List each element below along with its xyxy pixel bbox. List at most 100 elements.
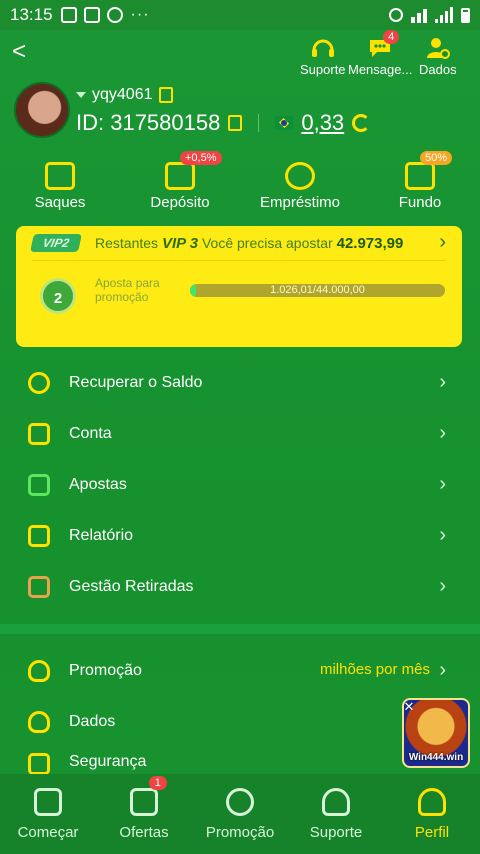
section-divider xyxy=(0,624,480,634)
messages-button[interactable]: 4 Mensage... xyxy=(348,30,412,77)
battery-icon xyxy=(461,7,470,23)
copy-id-icon[interactable] xyxy=(228,115,243,131)
close-icon[interactable]: ✕ xyxy=(402,700,416,714)
report-icon xyxy=(28,524,50,547)
person-icon xyxy=(418,788,446,816)
tab-label: Perfil xyxy=(414,824,450,841)
tab-profile[interactable]: Perfil xyxy=(384,774,480,854)
tab-label: Ofertas xyxy=(119,824,169,841)
back-button[interactable]: < xyxy=(12,38,32,65)
withdraw-management-icon xyxy=(28,575,50,598)
gift-icon xyxy=(130,788,158,816)
coins-icon xyxy=(28,371,50,394)
vip-bet-label-line2: promoção xyxy=(95,290,149,304)
loan-icon xyxy=(285,162,315,190)
menu-item-label: Segurança xyxy=(69,753,147,770)
menu-item-promotion[interactable]: Promoção milhões por mês › xyxy=(0,645,480,696)
fund-icon xyxy=(405,162,435,190)
data-label: Dados xyxy=(419,62,457,77)
menu-item-label: Promoção xyxy=(69,661,142,679)
menu-item-label: Recuperar o Saldo xyxy=(69,373,203,391)
withdraw-button[interactable]: Saques xyxy=(0,155,120,213)
deposit-label: Depósito xyxy=(150,194,210,211)
alarm-icon xyxy=(389,8,403,22)
chevron-right-icon[interactable]: › xyxy=(439,231,446,254)
avatar[interactable] xyxy=(14,82,70,138)
vip-progress-text: 1.026,01/44.000,00 xyxy=(270,284,365,296)
user-id: ID: 317580158 xyxy=(76,110,221,135)
vip-card[interactable]: VIP2 Restantes VIP 3 Você precisa aposta… xyxy=(16,226,462,347)
tab-promotion[interactable]: Promoção xyxy=(192,774,288,854)
menu-item-report[interactable]: Relatório › xyxy=(0,510,480,561)
offers-badge: 1 xyxy=(148,776,167,790)
bottom-tab-bar: Começar 1 Ofertas Promoção Suporte Perfi… xyxy=(0,774,480,854)
headset-icon xyxy=(322,788,350,816)
menu-item-label: Conta xyxy=(69,424,112,442)
user-gear-icon xyxy=(425,36,451,60)
home-icon xyxy=(34,788,62,816)
signal-icon xyxy=(435,7,453,23)
loan-button[interactable]: Empréstimo xyxy=(240,155,360,213)
messages-badge: 4 xyxy=(383,30,400,44)
chat-icon: 4 xyxy=(367,30,400,60)
support-button[interactable]: Suporte xyxy=(300,36,346,77)
headset-icon xyxy=(310,36,336,60)
fund-button[interactable]: 50% Fundo xyxy=(360,151,480,213)
divider xyxy=(258,114,260,132)
status-time: 13:15 xyxy=(10,5,53,24)
tab-offers[interactable]: 1 Ofertas xyxy=(96,774,192,854)
balance[interactable]: 0,33 xyxy=(301,110,344,136)
vip-target-level: VIP 3 xyxy=(161,235,199,252)
promotion-person-icon xyxy=(28,659,50,682)
caret-down-icon xyxy=(76,92,86,98)
bets-icon xyxy=(28,473,50,496)
vip-bet-label-line1: Aposta para xyxy=(95,276,160,290)
chevron-right-icon: › xyxy=(439,524,446,546)
menu-item-label: Apostas xyxy=(69,475,127,493)
vip-bet-label: Aposta para promoção xyxy=(95,276,160,304)
tab-support[interactable]: Suporte xyxy=(288,774,384,854)
menu-item-bets[interactable]: Apostas › xyxy=(0,459,480,510)
menu-item-account[interactable]: Conta › xyxy=(0,408,480,459)
deposit-button[interactable]: +0,5% Depósito xyxy=(120,151,240,213)
account-icon xyxy=(28,422,50,445)
tab-label: Suporte xyxy=(309,824,363,841)
deposit-badge: +0,5% xyxy=(180,151,222,165)
wallet-icon xyxy=(165,162,195,190)
menu-item-label: Gestão Retiradas xyxy=(69,577,194,595)
top-bar: < Suporte 4 Mensage... Dados xyxy=(0,30,480,80)
menu-item-recover-balance[interactable]: Recuperar o Saldo › xyxy=(0,357,480,408)
refresh-icon[interactable] xyxy=(352,114,371,132)
whatsapp-icon xyxy=(106,7,123,23)
support-label: Suporte xyxy=(300,62,346,77)
data-button[interactable]: Dados xyxy=(419,36,457,77)
vip-remaining-amount: 42.973,99 xyxy=(336,235,404,252)
group-icon xyxy=(226,788,254,816)
security-icon xyxy=(28,753,50,775)
vip-remaining-prefix: Restantes xyxy=(95,235,159,251)
vip-divider xyxy=(32,260,446,261)
menu-item-withdraw-management[interactable]: Gestão Retiradas › xyxy=(0,561,480,612)
copy-username-icon[interactable] xyxy=(158,87,173,103)
tab-start[interactable]: Começar xyxy=(0,774,96,854)
data-person-icon xyxy=(28,710,50,733)
promotion-subtext: milhões por mês xyxy=(319,661,430,678)
chevron-right-icon: › xyxy=(439,422,446,444)
more-notifications-icon: ··· xyxy=(130,6,150,23)
chevron-right-icon: › xyxy=(439,473,446,495)
status-bar: 13:15 ··· xyxy=(0,0,480,30)
wifi-icon xyxy=(411,7,427,23)
fund-label: Fundo xyxy=(398,194,442,211)
fund-badge: 50% xyxy=(420,151,453,165)
chevron-right-icon: › xyxy=(439,575,446,597)
chevron-right-icon: › xyxy=(439,371,446,393)
system-status-icons xyxy=(389,7,470,23)
notification-icons xyxy=(60,7,123,23)
username: yqy4061 xyxy=(92,86,153,103)
quick-actions: Saques +0,5% Depósito Empréstimo 50% Fun… xyxy=(0,151,480,213)
withdraw-icon xyxy=(45,162,75,190)
tab-label: Promoção xyxy=(205,824,275,841)
id-row: ID: 317580158 0,33 xyxy=(76,110,371,136)
app-notification-icon xyxy=(60,7,77,23)
brazil-flag-icon xyxy=(275,116,294,130)
